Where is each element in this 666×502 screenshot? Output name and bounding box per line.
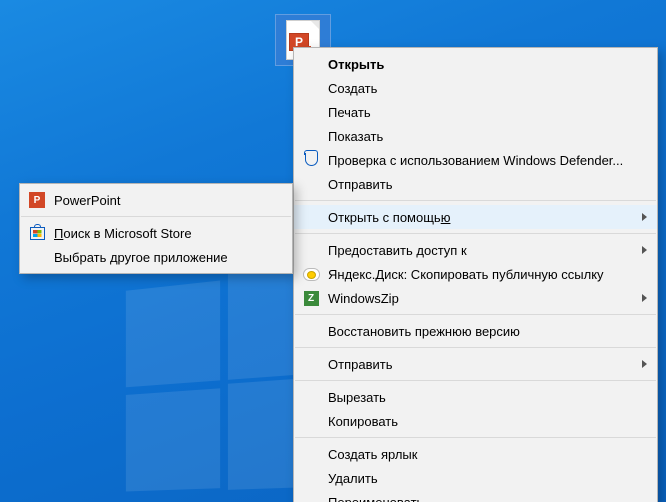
submenu-choose-another-app[interactable]: Выбрать другое приложение bbox=[20, 245, 292, 269]
submenu-arrow-icon bbox=[642, 246, 647, 254]
menu-separator bbox=[295, 437, 656, 438]
menu-rename[interactable]: Переименовать bbox=[294, 490, 657, 502]
menu-open-with[interactable]: Открыть с помощью bbox=[294, 205, 657, 229]
menu-restore-version[interactable]: Восстановить прежнюю версию bbox=[294, 319, 657, 343]
powerpoint-icon: P bbox=[28, 191, 46, 209]
menu-defender[interactable]: Проверка с использованием Windows Defend… bbox=[294, 148, 657, 172]
menu-open[interactable]: Открыть bbox=[294, 52, 657, 76]
microsoft-store-icon bbox=[28, 224, 46, 242]
menu-separator bbox=[295, 347, 656, 348]
yandex-disk-icon bbox=[302, 265, 320, 283]
submenu-arrow-icon bbox=[642, 360, 647, 368]
menu-separator bbox=[295, 200, 656, 201]
menu-delete[interactable]: Удалить bbox=[294, 466, 657, 490]
menu-cut[interactable]: Вырезать bbox=[294, 385, 657, 409]
menu-create[interactable]: Создать bbox=[294, 76, 657, 100]
submenu-arrow-icon bbox=[642, 294, 647, 302]
menu-grant-access[interactable]: Предоставить доступ к bbox=[294, 238, 657, 262]
menu-print[interactable]: Печать bbox=[294, 100, 657, 124]
menu-windowszip[interactable]: WindowsZip bbox=[294, 286, 657, 310]
menu-separator bbox=[295, 233, 656, 234]
submenu-arrow-icon bbox=[642, 213, 647, 221]
menu-copy[interactable]: Копировать bbox=[294, 409, 657, 433]
shield-icon bbox=[302, 151, 320, 169]
menu-create-shortcut[interactable]: Создать ярлык bbox=[294, 442, 657, 466]
submenu-search-store[interactable]: Поиск в Microsoft Store bbox=[20, 221, 292, 245]
menu-separator bbox=[295, 380, 656, 381]
menu-separator bbox=[295, 314, 656, 315]
submenu-powerpoint[interactable]: P PowerPoint bbox=[20, 188, 292, 212]
menu-show[interactable]: Показать bbox=[294, 124, 657, 148]
menu-separator bbox=[21, 216, 291, 217]
menu-send-1[interactable]: Отправить bbox=[294, 172, 657, 196]
menu-yandex-disk[interactable]: Яндекс.Диск: Скопировать публичную ссылк… bbox=[294, 262, 657, 286]
open-with-submenu: P PowerPoint Поиск в Microsoft Store Выб… bbox=[19, 183, 293, 274]
menu-send-to[interactable]: Отправить bbox=[294, 352, 657, 376]
context-menu: Открыть Создать Печать Показать Проверка… bbox=[293, 47, 658, 502]
windowszip-icon bbox=[302, 289, 320, 307]
desktop[interactable]: P Открыть Создать Печать Показать Провер… bbox=[0, 0, 666, 502]
